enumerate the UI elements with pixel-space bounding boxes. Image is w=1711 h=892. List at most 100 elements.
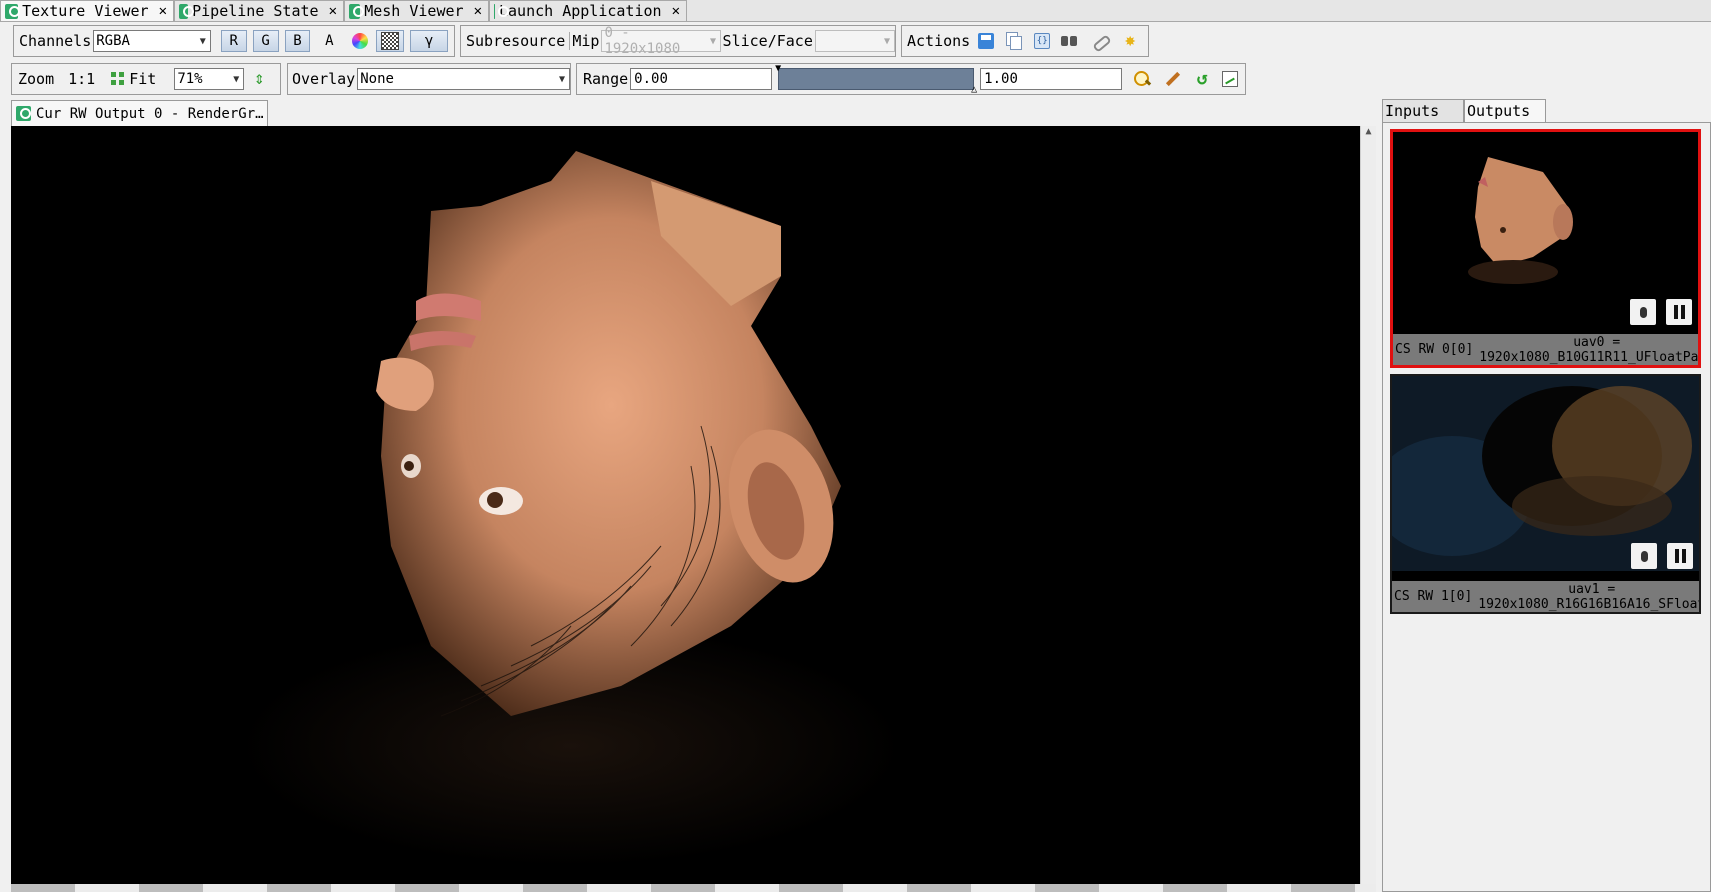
chevron-down-icon: ▼ bbox=[199, 35, 206, 47]
overlay-label: Overlay bbox=[292, 70, 356, 88]
viewport-vertical-scrollbar[interactable]: ▲ bbox=[1360, 126, 1376, 884]
resource-description: uav1 = 1920x1080_R16G16B16A16_SFloat bbox=[1478, 582, 1699, 612]
histogram-icon[interactable] bbox=[1222, 71, 1239, 87]
thumbnail-image bbox=[1392, 376, 1699, 571]
link-icon[interactable] bbox=[1090, 31, 1110, 51]
texture-tab-label: Cur RW Output 0 - RenderGr… bbox=[36, 105, 264, 122]
save-icon[interactable] bbox=[978, 33, 995, 49]
checkerboard-icon bbox=[381, 32, 400, 50]
renderdoc-window: Texture Viewer ✕ Pipeline State ✕ Mesh V… bbox=[0, 0, 1711, 892]
tab-label: Texture Viewer bbox=[22, 2, 149, 20]
channel-b-toggle[interactable]: B bbox=[284, 30, 311, 52]
pause-icon[interactable] bbox=[1666, 299, 1692, 325]
overlay-group: Overlay None ▼ bbox=[287, 63, 571, 95]
thumbnail-caption: CS RW 0[0] uav0 = 1920x1080_B10G11R11_UF… bbox=[1393, 334, 1698, 365]
tab-label: Launch Application bbox=[499, 2, 662, 20]
checkerboard-toggle[interactable] bbox=[376, 30, 405, 52]
channel-a-toggle[interactable]: A bbox=[316, 30, 342, 52]
range-min-handle[interactable]: ▼ bbox=[775, 63, 781, 74]
microphone-icon[interactable] bbox=[1631, 543, 1657, 569]
color-wheel-icon[interactable] bbox=[352, 33, 369, 49]
view-code-icon[interactable]: {} bbox=[1034, 33, 1051, 49]
rendered-head-image bbox=[241, 151, 901, 866]
outputs-panel: CS RW 0[0] uav0 = 1920x1080_B10G11R11_UF… bbox=[1382, 122, 1711, 892]
panel-icon bbox=[349, 3, 365, 19]
io-tab-bar: Inputs Outputs bbox=[1382, 99, 1546, 122]
tab-label: Mesh Viewer bbox=[364, 2, 464, 20]
scroll-up-arrow[interactable]: ▲ bbox=[1361, 126, 1376, 137]
flip-vertical-icon[interactable]: ⇕ bbox=[249, 69, 269, 89]
zoom-one-to-one-button[interactable]: 1:1 bbox=[68, 70, 95, 88]
range-label: Range bbox=[583, 70, 629, 88]
microphone-icon[interactable] bbox=[1630, 299, 1656, 325]
panel-icon bbox=[5, 3, 21, 19]
chevron-down-icon: ▼ bbox=[233, 73, 240, 85]
close-icon[interactable]: ✕ bbox=[474, 3, 482, 19]
fit-icon bbox=[111, 72, 125, 86]
channels-value: RGBA bbox=[96, 33, 130, 49]
range-max-input[interactable]: 1.00 bbox=[980, 68, 1123, 90]
tab-launch-application[interactable]: Launch Application ✕ bbox=[489, 0, 687, 21]
range-max-handle[interactable]: △ bbox=[971, 84, 977, 95]
resource-name: uav0 = bbox=[1573, 334, 1621, 350]
panel-icon bbox=[179, 3, 195, 19]
range-min-input[interactable]: 0.00 bbox=[630, 68, 773, 90]
tab-texture-viewer[interactable]: Texture Viewer ✕ bbox=[0, 0, 174, 21]
overlay-select[interactable]: None ▼ bbox=[357, 68, 570, 90]
zoom-range-icon[interactable] bbox=[1132, 69, 1152, 89]
zoom-label: Zoom bbox=[18, 70, 55, 88]
slot-label: CS RW 1[0] bbox=[1394, 589, 1473, 604]
slice-face-select[interactable]: ▼ bbox=[814, 30, 895, 52]
chevron-down-icon: ▼ bbox=[883, 35, 891, 47]
mip-select[interactable]: 0 - 1920x1080 ▼ bbox=[601, 25, 721, 57]
channel-r-toggle[interactable]: R bbox=[220, 30, 247, 52]
resource-format: 1920x1080_R16G16B16A16_SFloat bbox=[1478, 596, 1699, 612]
channels-group: Channels RGBA ▼ R G B A γ bbox=[13, 25, 455, 57]
close-icon[interactable]: ✕ bbox=[672, 3, 680, 19]
actions-group: Actions {} ✸ bbox=[901, 25, 1149, 57]
mip-label: Mip bbox=[569, 32, 599, 50]
tab-label: Pipeline State bbox=[192, 2, 319, 20]
chevron-down-icon: ▼ bbox=[558, 73, 566, 85]
tab-outputs[interactable]: Outputs bbox=[1464, 99, 1546, 122]
thumbnail-caption: CS RW 1[0] uav1 = 1920x1080_R16G16B16A16… bbox=[1392, 581, 1699, 612]
zoom-select[interactable]: 71% ▼ bbox=[174, 68, 245, 90]
fit-button[interactable]: Fit bbox=[129, 70, 156, 88]
zoom-value: 71% bbox=[177, 71, 203, 87]
overlay-value: None bbox=[360, 71, 394, 87]
output-thumbnail[interactable]: CS RW 0[0] uav0 = 1920x1080_B10G11R11_UF… bbox=[1390, 129, 1701, 368]
subresource-group: Subresource Mip 0 - 1920x1080 ▼ Slice/Fa… bbox=[460, 25, 896, 57]
panel-icon bbox=[16, 106, 31, 121]
channels-label: Channels bbox=[19, 32, 92, 50]
main-tab-bar: Texture Viewer ✕ Pipeline State ✕ Mesh V… bbox=[0, 0, 1711, 22]
tab-pipeline-state[interactable]: Pipeline State ✕ bbox=[174, 0, 344, 21]
range-slider[interactable]: ▼ △ bbox=[775, 63, 977, 95]
star-icon[interactable]: ✸ bbox=[1120, 31, 1140, 51]
copy-icon[interactable] bbox=[1004, 31, 1024, 51]
checkerboard-strip bbox=[11, 884, 1376, 892]
zoom-group: Zoom 1:1 Fit 71% ▼ ⇕ bbox=[11, 63, 281, 95]
tab-mesh-viewer[interactable]: Mesh Viewer ✕ bbox=[344, 0, 489, 21]
auto-fit-icon[interactable] bbox=[1162, 69, 1182, 89]
close-icon[interactable]: ✕ bbox=[329, 3, 337, 19]
range-group: Range 0.00 ▼ △ 1.00 ↺ bbox=[576, 63, 1246, 95]
chevron-down-icon: ▼ bbox=[710, 35, 717, 47]
texture-tab[interactable]: Cur RW Output 0 - RenderGr… bbox=[11, 100, 268, 126]
output-thumbnail[interactable]: CS RW 1[0] uav1 = 1920x1080_R16G16B16A16… bbox=[1390, 374, 1701, 614]
thumbnail-image bbox=[1393, 132, 1698, 327]
slot-label: CS RW 0[0] bbox=[1395, 342, 1474, 357]
thumbnail-scene-image bbox=[1392, 376, 1699, 571]
actions-label: Actions bbox=[907, 32, 971, 50]
tab-inputs[interactable]: Inputs bbox=[1382, 99, 1464, 122]
gamma-toggle[interactable]: γ bbox=[410, 30, 448, 52]
pause-icon[interactable] bbox=[1667, 543, 1693, 569]
reset-range-icon[interactable]: ↺ bbox=[1192, 69, 1212, 89]
close-icon[interactable]: ✕ bbox=[159, 3, 167, 19]
channel-g-toggle[interactable]: G bbox=[252, 30, 279, 52]
channels-select[interactable]: RGBA ▼ bbox=[93, 30, 211, 52]
mip-value: 0 - 1920x1080 bbox=[604, 25, 681, 57]
panel-icon bbox=[494, 3, 509, 19]
texture-viewport[interactable] bbox=[11, 126, 1360, 884]
slice-face-label: Slice/Face bbox=[722, 32, 813, 50]
binoculars-icon[interactable] bbox=[1060, 31, 1080, 51]
